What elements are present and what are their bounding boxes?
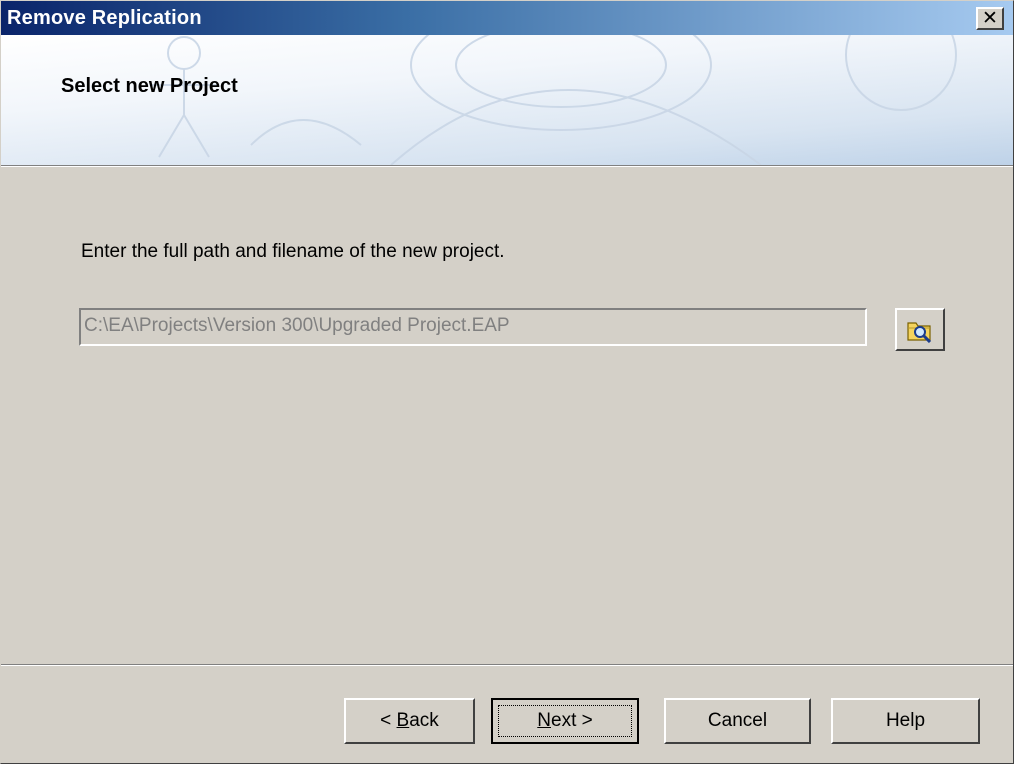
wizard-header: Select new Project [1, 35, 1013, 165]
focus-indicator [498, 705, 632, 737]
title-bar[interactable]: Remove Replication ✕ [1, 1, 1013, 35]
footer-divider [1, 664, 1013, 666]
folder-search-icon [907, 321, 932, 343]
header-divider [1, 165, 1013, 167]
wizard-dialog: Remove Replication ✕ Select new Project … [0, 0, 1014, 764]
cancel-button[interactable]: Cancel [664, 698, 811, 744]
next-button[interactable]: Next > [491, 698, 639, 744]
close-button[interactable]: ✕ [976, 7, 1004, 30]
close-icon: ✕ [982, 7, 998, 29]
back-button[interactable]: < Back [344, 698, 475, 744]
project-path-field[interactable]: C:\EA\Projects\Version 300\Upgraded Proj… [79, 308, 867, 346]
help-button-label: Help [885, 710, 926, 731]
header-watermark-art [151, 35, 957, 165]
cancel-button-label: Cancel [707, 710, 768, 731]
page-title: Select new Project [61, 75, 238, 97]
instruction-label: Enter the full path and filename of the … [81, 241, 505, 262]
help-button[interactable]: Help [831, 698, 980, 744]
window-title: Remove Replication [7, 7, 202, 29]
browse-button[interactable] [895, 308, 945, 351]
